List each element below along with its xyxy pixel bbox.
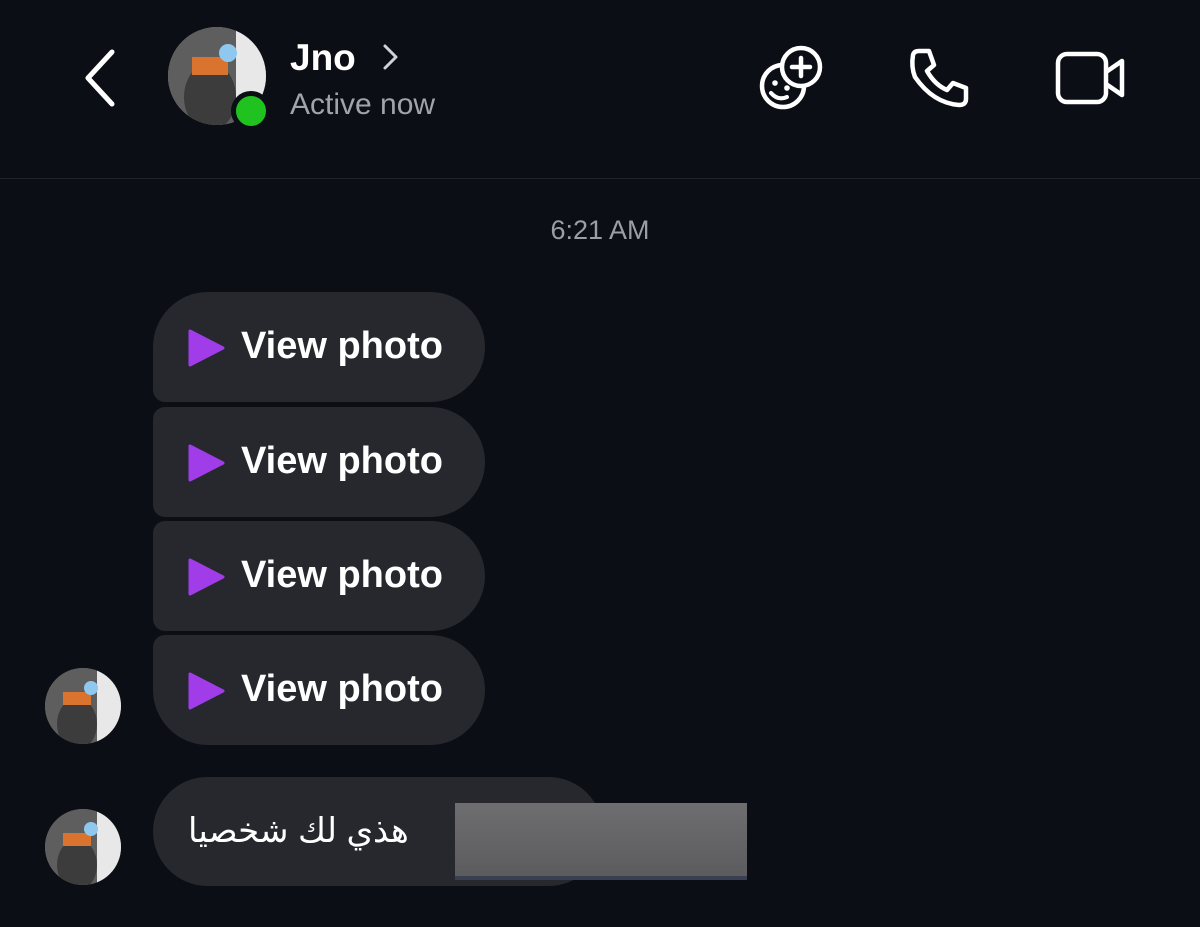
message-timestamp: 6:21 AM bbox=[550, 215, 650, 245]
sender-avatar[interactable] bbox=[45, 668, 121, 744]
effects-button[interactable] bbox=[753, 40, 829, 116]
play-icon bbox=[188, 672, 225, 710]
view-photo-label: View photo bbox=[241, 440, 443, 482]
text-message: هذي لك شخصيا bbox=[188, 812, 409, 850]
play-icon bbox=[188, 329, 225, 367]
view-photo-bubble[interactable]: View photo bbox=[153, 407, 485, 517]
contact-name[interactable]: Jno bbox=[290, 36, 356, 80]
video-call-button[interactable] bbox=[1053, 40, 1129, 116]
view-photo-bubble[interactable]: View photo bbox=[153, 292, 485, 402]
view-photo-label: View photo bbox=[241, 668, 443, 710]
view-photo-label: View photo bbox=[241, 325, 443, 367]
active-status: Active now bbox=[290, 88, 436, 121]
sender-avatar[interactable] bbox=[45, 809, 121, 885]
view-photo-bubble[interactable]: View photo bbox=[153, 635, 485, 745]
redaction-box bbox=[455, 803, 747, 880]
phone-icon bbox=[910, 48, 969, 108]
play-icon bbox=[188, 558, 225, 596]
online-status-dot bbox=[231, 91, 271, 131]
view-photo-bubble[interactable]: View photo bbox=[153, 521, 485, 631]
chevron-left-icon bbox=[85, 49, 115, 107]
avatar-image bbox=[45, 668, 121, 744]
chat-header: Jno Active now bbox=[0, 0, 1200, 179]
play-icon bbox=[188, 444, 225, 482]
back-button[interactable] bbox=[70, 40, 130, 116]
dm-thread-screen: Jno Active now 6:21 AM View photo View p… bbox=[0, 0, 1200, 927]
video-camera-icon bbox=[1055, 51, 1125, 105]
chevron-right-icon[interactable] bbox=[380, 42, 402, 72]
audio-call-button[interactable] bbox=[900, 40, 976, 116]
avatar-image bbox=[45, 809, 121, 885]
view-photo-label: View photo bbox=[241, 554, 443, 596]
effects-add-icon bbox=[759, 45, 823, 110]
